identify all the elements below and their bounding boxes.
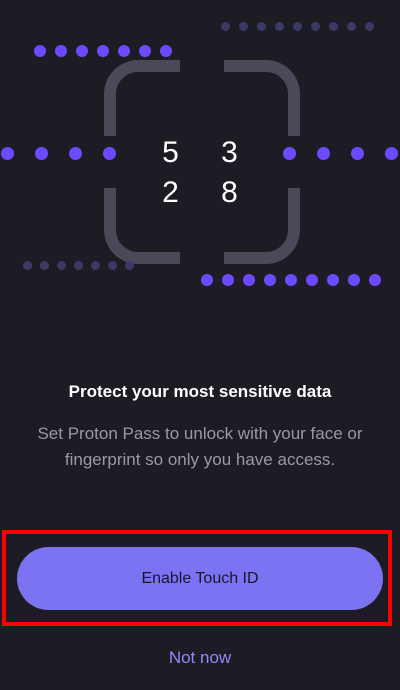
dot	[348, 274, 360, 286]
pin-code-display: 5 3 2 8	[162, 136, 255, 209]
muted-dot-row-top	[221, 22, 374, 31]
dot	[23, 261, 32, 270]
dot	[257, 22, 266, 31]
not-now-button[interactable]: Not now	[0, 648, 400, 668]
violet-dot-row-middle-left	[1, 147, 116, 160]
violet-dot-row-middle-right	[283, 147, 398, 160]
dot	[239, 22, 248, 31]
dot	[55, 45, 67, 57]
dot	[97, 45, 109, 57]
dot	[108, 261, 117, 270]
dot	[347, 22, 356, 31]
dot	[329, 22, 338, 31]
dot	[293, 22, 302, 31]
dot	[327, 274, 339, 286]
dot	[139, 45, 151, 57]
dot	[222, 274, 234, 286]
dot	[76, 45, 88, 57]
dot	[103, 147, 116, 160]
dot	[201, 274, 213, 286]
dot	[283, 147, 296, 160]
pin-illustration: 5 3 2 8	[0, 0, 400, 310]
dot	[34, 45, 46, 57]
dot	[40, 261, 49, 270]
dot	[285, 274, 297, 286]
dot	[306, 274, 318, 286]
biometric-setup-screen: 5 3 2 8 Protect your most sensitive data…	[0, 0, 400, 690]
dot	[351, 147, 364, 160]
dot	[125, 261, 134, 270]
screen-title: Protect your most sensitive data	[68, 382, 332, 401]
dot	[35, 147, 48, 160]
muted-dot-row-bottom	[23, 261, 134, 270]
dot	[311, 22, 320, 31]
dot	[317, 147, 330, 160]
dot	[365, 22, 374, 31]
dot	[57, 261, 66, 270]
enable-touch-id-button[interactable]: Enable Touch ID	[17, 547, 383, 610]
dot	[69, 147, 82, 160]
dot	[221, 22, 230, 31]
dot	[275, 22, 284, 31]
dot	[385, 147, 398, 160]
dot	[264, 274, 276, 286]
dot	[160, 45, 172, 57]
frame-corner-top-right	[224, 60, 300, 136]
violet-dot-row-top	[34, 45, 172, 57]
screen-description: Set Proton Pass to unlock with your face…	[37, 424, 363, 469]
dot	[1, 147, 14, 160]
dot	[74, 261, 83, 270]
dot	[91, 261, 100, 270]
dot	[369, 274, 381, 286]
frame-corner-top-left	[104, 60, 180, 136]
dot	[118, 45, 130, 57]
dot	[243, 274, 255, 286]
violet-dot-row-bottom	[201, 274, 381, 286]
